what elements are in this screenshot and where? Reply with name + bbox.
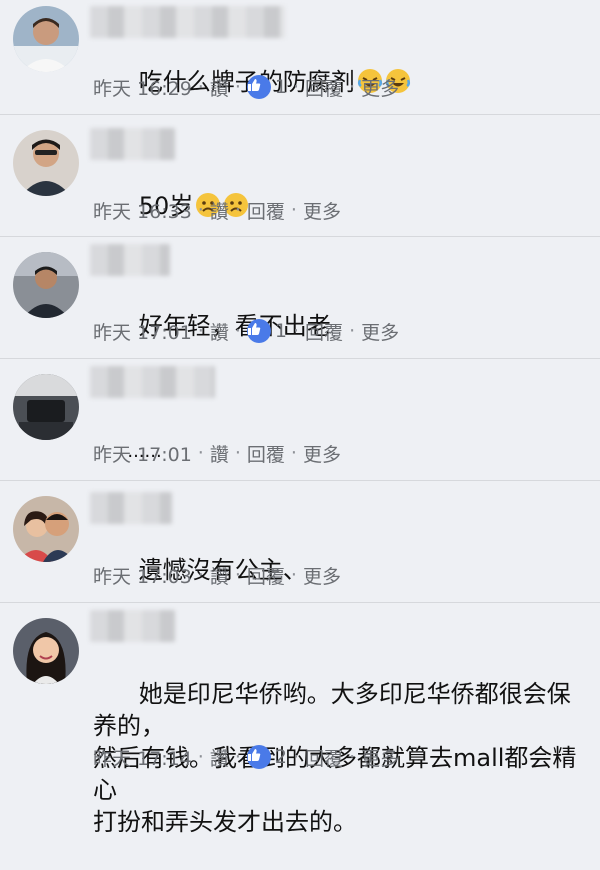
avatar[interactable] bbox=[13, 374, 79, 440]
separator: · bbox=[290, 442, 297, 464]
reply-button[interactable]: 回覆 bbox=[305, 744, 343, 771]
avatar[interactable] bbox=[13, 6, 79, 72]
comment-feed: 吃什么牌子的防腐剂 昨天 16:29 · 讚 · 1 · 回覆 · 更多 bbox=[0, 0, 600, 836]
comment-item: 吃什么牌子的防腐剂 昨天 16:29 · 讚 · 1 · 回覆 · 更多 bbox=[0, 0, 600, 108]
like-button[interactable]: 讚 bbox=[210, 440, 229, 467]
comment-meta: 昨天 17:01 · 讚 · 回覆 · 更多 bbox=[93, 438, 341, 468]
separator: · bbox=[349, 746, 356, 768]
blurred-author-name[interactable] bbox=[90, 128, 175, 160]
blurred-author-name[interactable] bbox=[90, 610, 175, 642]
divider bbox=[0, 602, 600, 603]
separator: · bbox=[197, 564, 204, 586]
thumbs-up-icon[interactable] bbox=[246, 745, 271, 769]
separator: · bbox=[197, 320, 204, 342]
separator: · bbox=[293, 320, 300, 342]
separator: · bbox=[234, 199, 241, 221]
timestamp[interactable]: 昨天 17:03 bbox=[93, 562, 192, 589]
blurred-author-name[interactable] bbox=[90, 244, 170, 276]
separator: · bbox=[234, 564, 241, 586]
more-button[interactable]: 更多 bbox=[303, 440, 341, 467]
comment-item: 遺憾沒有公主、 昨天 17:03 · 讚 · 回覆 · 更多 bbox=[0, 486, 600, 602]
like-button[interactable]: 讚 bbox=[210, 744, 229, 771]
timestamp[interactable]: 昨天 17:01 bbox=[93, 318, 192, 345]
timestamp[interactable]: 昨天 17:14 bbox=[93, 744, 192, 771]
separator: · bbox=[197, 442, 204, 464]
separator: · bbox=[290, 564, 297, 586]
timestamp[interactable]: 昨天 16:29 bbox=[93, 74, 192, 101]
divider bbox=[0, 236, 600, 237]
avatar[interactable] bbox=[13, 618, 79, 684]
separator: · bbox=[234, 76, 241, 98]
more-button[interactable]: 更多 bbox=[303, 562, 341, 589]
more-button[interactable]: 更多 bbox=[361, 318, 399, 345]
reply-button[interactable]: 回覆 bbox=[305, 74, 343, 101]
comment-item: 好年轻，看不出老 昨天 17:01 · 讚 · 1 · 回覆 · 更多 bbox=[0, 242, 600, 356]
more-button[interactable]: 更多 bbox=[303, 197, 341, 224]
comment-meta: 昨天 17:03 · 讚 · 回覆 · 更多 bbox=[93, 560, 341, 590]
like-count[interactable]: 1 bbox=[275, 76, 287, 98]
separator: · bbox=[197, 199, 204, 221]
avatar[interactable] bbox=[13, 130, 79, 196]
separator: · bbox=[349, 76, 356, 98]
comment-item: 她是印尼华侨哟。大多印尼华侨都很会保养的， 然后有钱。我看到的大多都就算去mal… bbox=[0, 608, 600, 836]
comment-meta: 昨天 16:29 · 讚 · 1 · 回覆 · 更多 bbox=[93, 72, 399, 102]
comment-meta: 昨天 17:14 · 讚 · 2 · 回覆 · 更多 bbox=[93, 742, 399, 772]
reply-button[interactable]: 回覆 bbox=[247, 562, 285, 589]
comment-meta: 昨天 17:01 · 讚 · 1 · 回覆 · 更多 bbox=[93, 316, 399, 346]
separator: · bbox=[234, 442, 241, 464]
separator: · bbox=[197, 746, 204, 768]
avatar[interactable] bbox=[13, 252, 79, 318]
like-button[interactable]: 讚 bbox=[210, 74, 229, 101]
blurred-author-name[interactable] bbox=[90, 366, 215, 398]
like-button[interactable]: 讚 bbox=[210, 318, 229, 345]
separator: · bbox=[293, 76, 300, 98]
like-count[interactable]: 2 bbox=[275, 746, 287, 768]
like-count[interactable]: 1 bbox=[275, 320, 287, 342]
divider bbox=[0, 480, 600, 481]
separator: · bbox=[290, 199, 297, 221]
separator: · bbox=[349, 320, 356, 342]
reply-button[interactable]: 回覆 bbox=[247, 197, 285, 224]
reply-button[interactable]: 回覆 bbox=[247, 440, 285, 467]
comment-meta: 昨天 16:33 · 讚 · 回覆 · 更多 bbox=[93, 195, 341, 225]
thumbs-up-icon[interactable] bbox=[246, 75, 271, 99]
separator: · bbox=[234, 320, 241, 342]
comment-item: ...... 昨天 17:01 · 讚 · 回覆 · 更多 bbox=[0, 364, 600, 480]
more-button[interactable]: 更多 bbox=[361, 74, 399, 101]
divider bbox=[0, 358, 600, 359]
thumbs-up-icon[interactable] bbox=[246, 319, 271, 343]
blurred-author-name[interactable] bbox=[90, 492, 172, 524]
like-button[interactable]: 讚 bbox=[210, 197, 229, 224]
reply-button[interactable]: 回覆 bbox=[305, 318, 343, 345]
divider bbox=[0, 114, 600, 115]
avatar[interactable] bbox=[13, 496, 79, 562]
comment-item: 50岁 昨天 16:33 · 讚 · 回覆 · 更多 bbox=[0, 120, 600, 236]
separator: · bbox=[197, 76, 204, 98]
more-button[interactable]: 更多 bbox=[361, 744, 399, 771]
timestamp[interactable]: 昨天 16:33 bbox=[93, 197, 192, 224]
separator: · bbox=[293, 746, 300, 768]
timestamp[interactable]: 昨天 17:01 bbox=[93, 440, 192, 467]
like-button[interactable]: 讚 bbox=[210, 562, 229, 589]
separator: · bbox=[234, 746, 241, 768]
